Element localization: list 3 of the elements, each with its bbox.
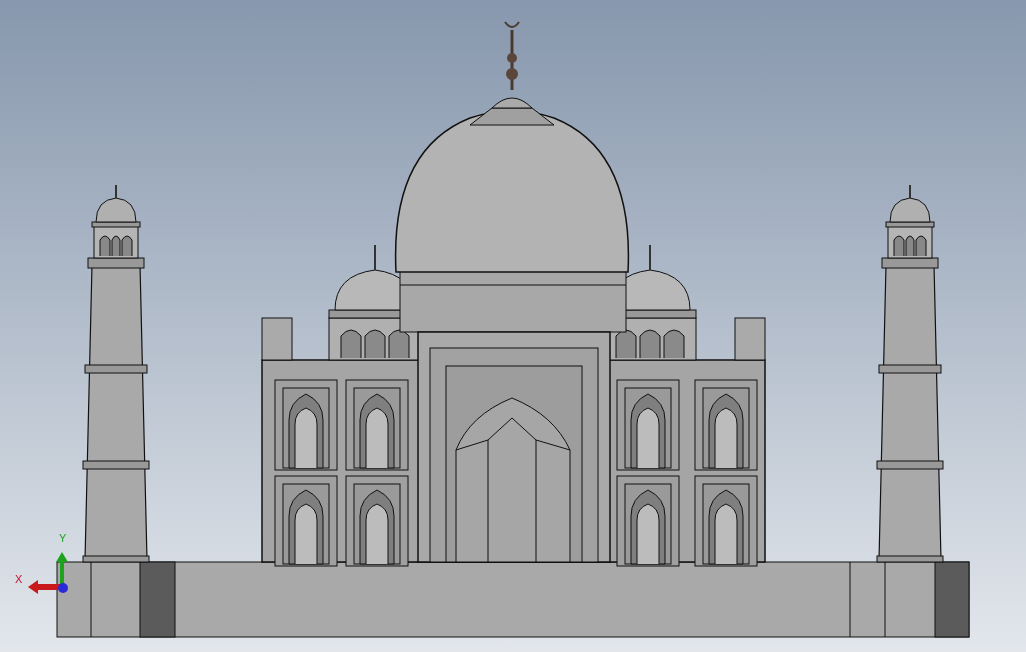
axis-triad-icon bbox=[28, 552, 68, 594]
x-axis-label: X bbox=[15, 574, 23, 585]
y-axis-label: Y bbox=[59, 533, 67, 544]
